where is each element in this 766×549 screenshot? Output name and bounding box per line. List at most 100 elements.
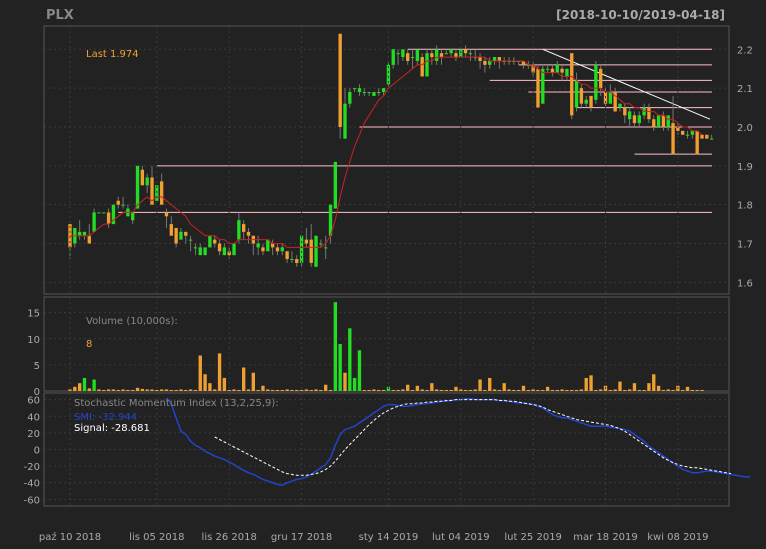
volume-bar — [188, 389, 193, 391]
volume-bar — [502, 383, 506, 391]
candle-up — [256, 243, 260, 248]
candle-up — [333, 161, 338, 209]
candle-up — [208, 235, 212, 248]
candle-down — [652, 119, 656, 127]
volume-bar — [483, 389, 487, 391]
candle-up — [203, 247, 207, 256]
volume-bar — [314, 389, 318, 391]
volume-bar — [174, 389, 178, 391]
candle-up — [92, 212, 96, 232]
smi-tick-label: 60 — [27, 396, 40, 407]
candle-up — [280, 247, 284, 252]
volume-bar — [570, 389, 574, 391]
volume-bar — [415, 385, 420, 391]
volume-bar — [444, 389, 448, 391]
candle-down — [406, 53, 410, 61]
volume-bar — [82, 377, 87, 391]
candle-up — [709, 138, 714, 140]
volume-bar — [145, 389, 149, 391]
candle-up — [367, 92, 371, 94]
candle-down — [599, 68, 603, 89]
candle-up — [198, 247, 202, 256]
volume-bar — [666, 389, 670, 391]
volume-bar — [333, 302, 338, 391]
x-tick-label: lis 26 2018 — [202, 532, 257, 543]
x-tick-label: mar 18 2019 — [573, 532, 638, 543]
candle-up — [637, 115, 641, 124]
candle-up — [232, 243, 236, 256]
volume-bar — [681, 389, 685, 391]
volume-bar — [454, 386, 458, 391]
candle-down — [623, 107, 627, 116]
candle-down — [550, 68, 555, 73]
candle-down — [579, 88, 584, 104]
candle-down — [497, 57, 502, 61]
candle-up — [401, 49, 405, 58]
volume-bar — [348, 328, 352, 391]
price-tick-label: 2.1 — [737, 84, 753, 95]
candle-up — [314, 235, 318, 267]
volume-bar — [77, 383, 82, 391]
x-tick-label: lut 04 2019 — [432, 532, 490, 543]
volume-bar — [589, 375, 593, 391]
candle-up — [377, 92, 381, 94]
x-tick-label: gru 17 2018 — [271, 532, 332, 543]
candle-up — [299, 235, 304, 263]
volume-bar — [208, 383, 212, 391]
volume-bar — [690, 389, 695, 391]
volume-bar — [159, 389, 164, 391]
volume-bar — [102, 389, 106, 391]
chart-canvas: PLX [2018-10-10/2019-04-18] 1.6 1.7 1.8 1.9… — [0, 0, 766, 549]
volume-bar — [430, 383, 434, 391]
volume-bar — [377, 389, 381, 391]
volume-bar — [685, 386, 690, 391]
smi-title: Stochastic Momentum Index (13,2,25,9): — [74, 398, 279, 409]
candle-down — [695, 130, 699, 155]
volume-bar — [565, 389, 569, 391]
volume-bar — [203, 374, 207, 391]
volume-bar — [116, 389, 120, 391]
candle-up — [425, 53, 429, 77]
candle-down — [87, 235, 91, 244]
volume-bar — [131, 389, 135, 391]
volume-bar — [184, 389, 188, 391]
smi-tick-label: -20 — [24, 462, 40, 473]
volume-bar — [661, 389, 666, 391]
candle-down — [589, 95, 593, 108]
candle-up — [627, 111, 632, 120]
volume-bar — [584, 377, 588, 391]
volume-title: Volume (10,000s): — [86, 316, 178, 327]
candle-up — [555, 64, 559, 73]
candle-up — [222, 247, 227, 256]
volume-bar — [512, 389, 516, 391]
volume-bar — [492, 389, 497, 391]
candle-down — [213, 239, 217, 244]
candle-up — [290, 259, 294, 261]
candle-down — [295, 259, 299, 263]
candle-up — [666, 115, 670, 127]
volume-bar — [449, 389, 453, 391]
x-tick-label: paź 10 2018 — [39, 531, 101, 543]
volume-bar — [275, 389, 280, 391]
candle-up — [391, 49, 395, 65]
candle-down — [304, 239, 309, 244]
volume-bar — [623, 389, 627, 391]
volume-bar — [618, 381, 622, 391]
volume-bar — [574, 389, 579, 391]
candle-up — [193, 247, 198, 249]
volume-bar — [459, 389, 463, 391]
candle-up — [594, 64, 598, 100]
candle-up — [135, 165, 140, 209]
candle-down — [536, 68, 540, 108]
candle-up — [348, 92, 352, 104]
volume-bar — [169, 389, 173, 391]
volume-bar — [391, 389, 395, 391]
candle-down — [275, 247, 280, 252]
volume-bar — [531, 389, 535, 391]
volume-bar — [541, 389, 545, 391]
volume-bar — [246, 389, 251, 391]
volume-tick-label: 5 — [34, 361, 40, 372]
volume-bar — [135, 387, 140, 391]
x-tick-label: lut 25 2019 — [504, 532, 562, 543]
volume-bar — [401, 389, 405, 391]
